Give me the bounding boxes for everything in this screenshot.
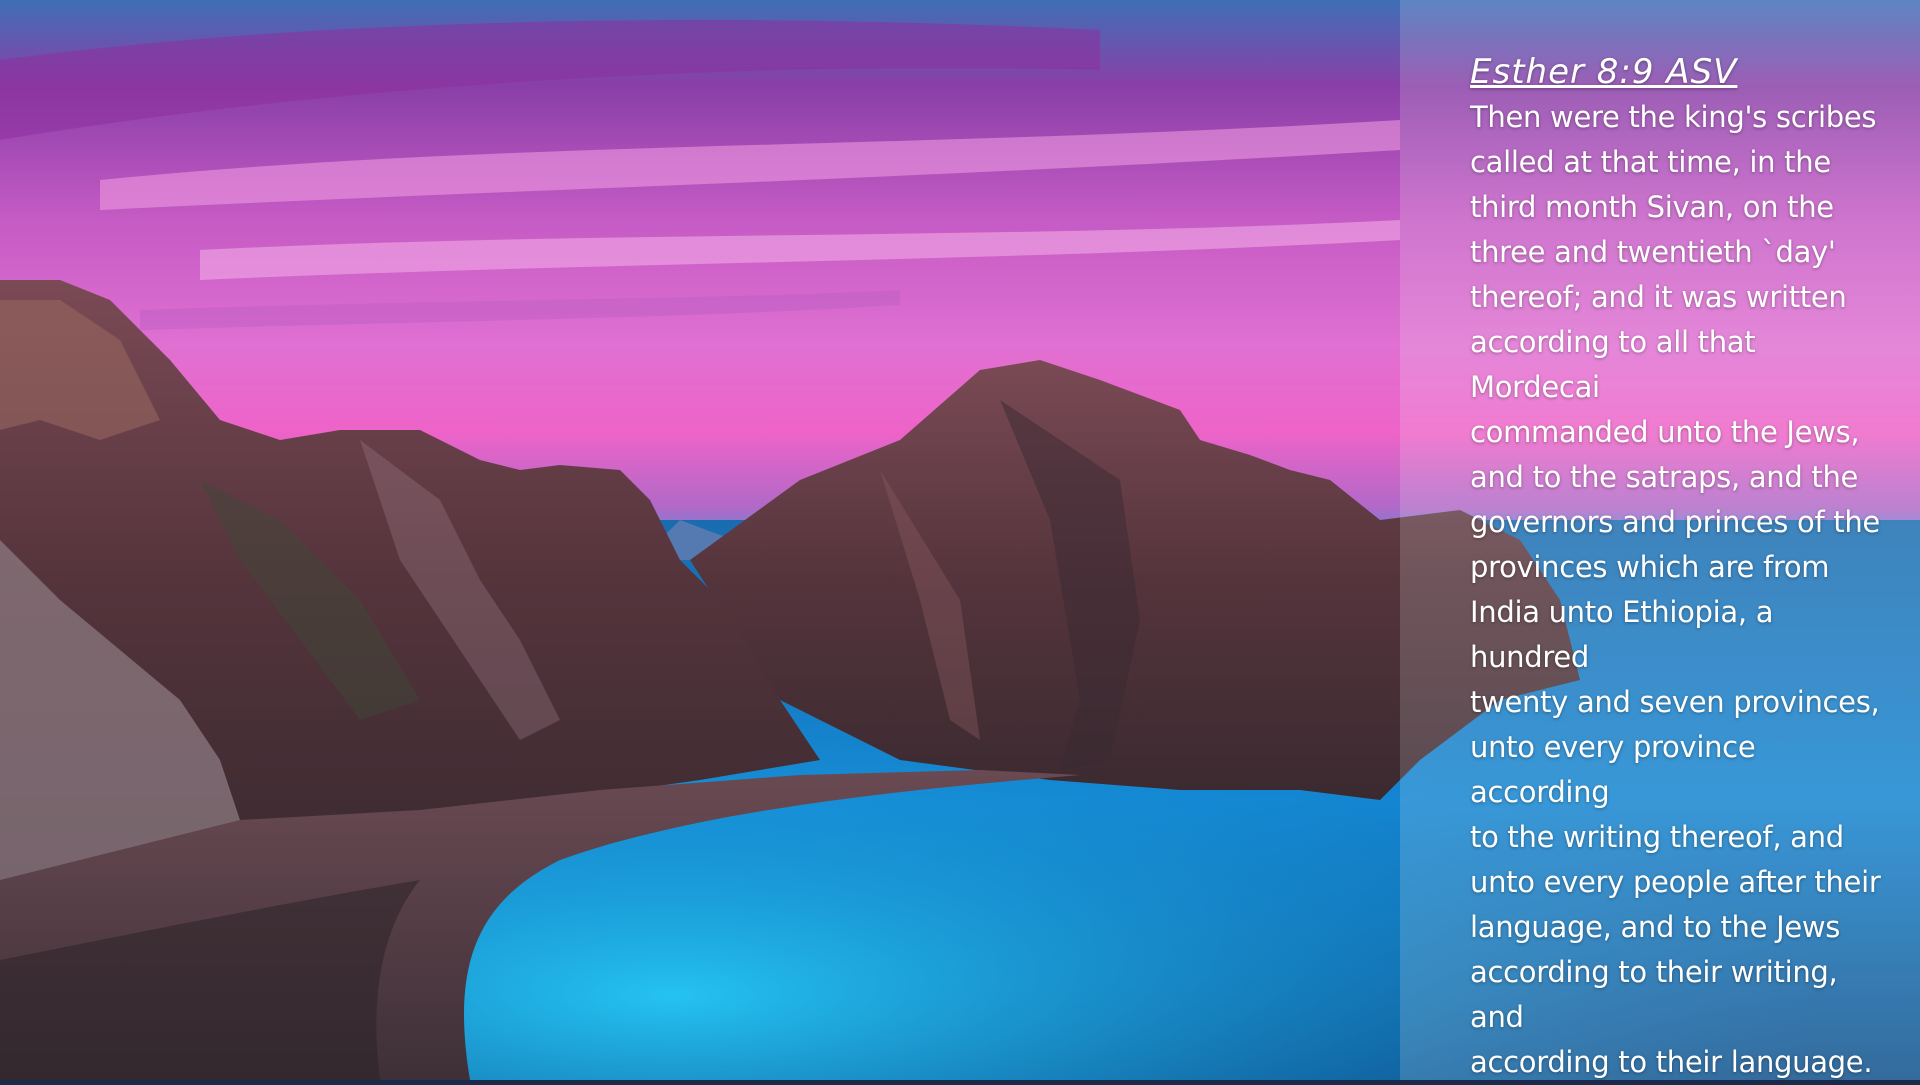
verse-line: third month Sivan, on the bbox=[1470, 190, 1834, 224]
verse-line: Then were the king's scribes bbox=[1470, 100, 1877, 134]
verse-line: according to all that Mordecai bbox=[1470, 325, 1756, 404]
verse-line: twenty and seven provinces, bbox=[1470, 685, 1880, 719]
verse-line: unto every province according bbox=[1470, 730, 1756, 809]
verse-line: according to their language. bbox=[1470, 1045, 1873, 1079]
verse-line: three and twentieth `day' bbox=[1470, 235, 1836, 269]
verse-line: language, and to the Jews bbox=[1470, 910, 1841, 944]
verse-line: India unto Ethiopia, a hundred bbox=[1470, 595, 1774, 674]
verse-line: governors and princes of the bbox=[1470, 505, 1880, 539]
verse-line: according to their writing, and bbox=[1470, 955, 1838, 1034]
verse-line: unto every people after their bbox=[1470, 865, 1881, 899]
verse-reference: Esther 8:9 ASV bbox=[1470, 52, 1738, 92]
verse-text: Then were the king's scribes called at t… bbox=[1470, 95, 1890, 1085]
verse-line: thereof; and it was written bbox=[1470, 280, 1847, 314]
verse-line: and to the satraps, and the bbox=[1470, 460, 1859, 494]
verse-line: commanded unto the Jews, bbox=[1470, 415, 1860, 449]
verse-line: provinces which are from bbox=[1470, 550, 1830, 584]
verse-line: to the writing thereof, and bbox=[1470, 820, 1844, 854]
verse-line: called at that time, in the bbox=[1470, 145, 1831, 179]
